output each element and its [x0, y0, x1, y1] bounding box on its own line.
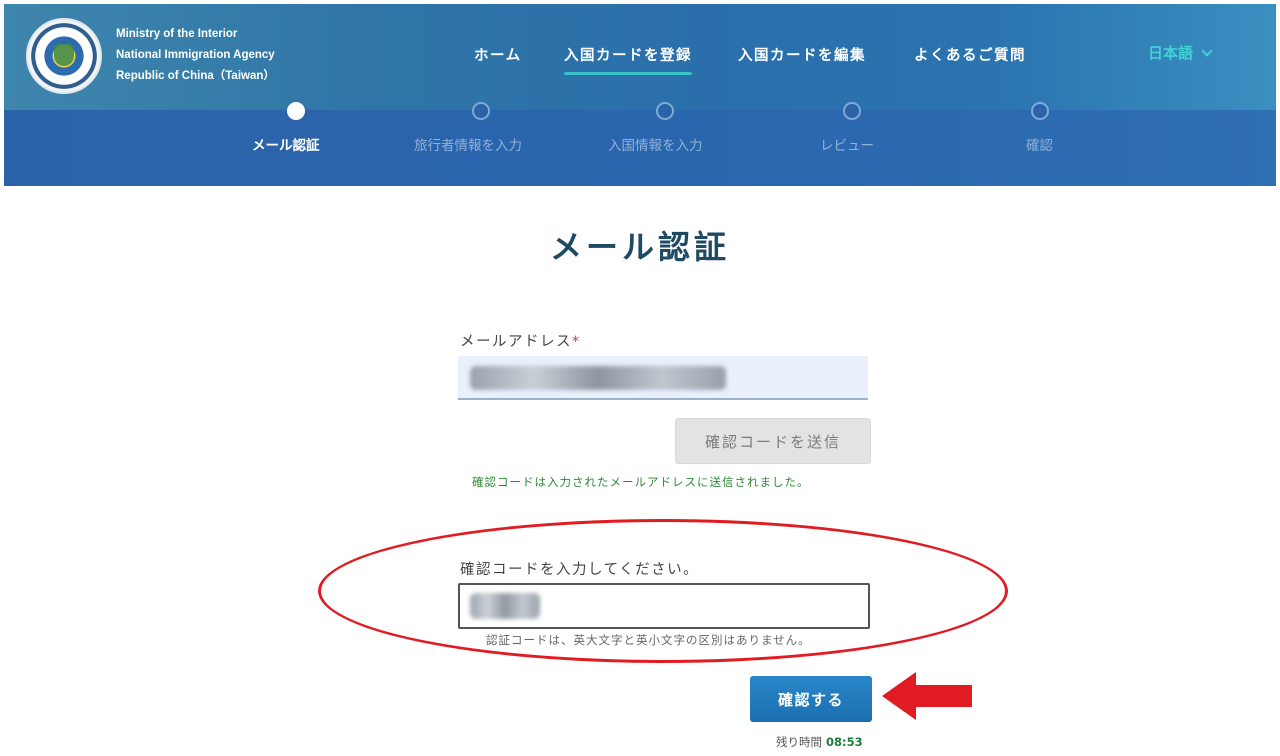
agency-line-ministry: Ministry of the Interior [116, 28, 238, 40]
timer-label: 残り時間 [776, 735, 822, 749]
nav-home[interactable]: ホーム [474, 44, 522, 65]
agency-name: Ministry of the Interior National Immigr… [116, 24, 275, 87]
send-code-button[interactable]: 確認コードを送信 [675, 418, 871, 464]
site-header: Ministry of the Interior National Immigr… [4, 4, 1276, 110]
email-label: メールアドレス* [460, 330, 581, 351]
left-arrow-icon [882, 672, 972, 720]
step-dot-icon [843, 102, 861, 120]
step-dot-icon [287, 102, 305, 120]
required-mark: * [572, 334, 581, 350]
agency-line-agency: National Immigration Agency [116, 49, 275, 61]
agency-seal-icon[interactable] [26, 18, 102, 94]
step-label: メール認証 [252, 138, 320, 154]
step-dot-icon [472, 102, 490, 120]
language-label: 日本語 [1148, 44, 1194, 62]
nav-faq[interactable]: よくあるご質問 [914, 44, 1026, 65]
step-label: 旅行者情報を入力 [414, 138, 522, 154]
page-title: メール認証 [549, 228, 730, 266]
step-dot-icon [1031, 102, 1049, 120]
agency-line-country: Republic of China（Taiwan） [116, 70, 275, 82]
highlight-ellipse [318, 519, 1008, 663]
timer-value: 08:53 [826, 735, 863, 749]
step-dot-icon [656, 102, 674, 120]
confirm-button[interactable]: 確認する [750, 676, 872, 722]
chevron-down-icon [1201, 44, 1213, 57]
redacted-email-value [470, 366, 726, 390]
step-label: 入国情報を入力 [608, 138, 703, 154]
progress-steps: メール認証 旅行者情報を入力 入国情報を入力 レビュー 確認 [4, 102, 1276, 186]
language-selector[interactable]: 日本語 [1148, 42, 1213, 63]
remaining-time: 残り時間 08:53 [776, 734, 863, 750]
nav-edit-card[interactable]: 入国カードを編集 [738, 44, 866, 65]
step-label: レビュー [820, 138, 874, 154]
nav-register-card[interactable]: 入国カードを登録 [564, 44, 692, 75]
email-label-text: メールアドレス [460, 334, 572, 350]
code-sent-message: 確認コードは入力されたメールアドレスに送信されました。 [472, 475, 810, 489]
email-field[interactable] [458, 356, 868, 400]
step-label: 確認 [1026, 138, 1053, 154]
